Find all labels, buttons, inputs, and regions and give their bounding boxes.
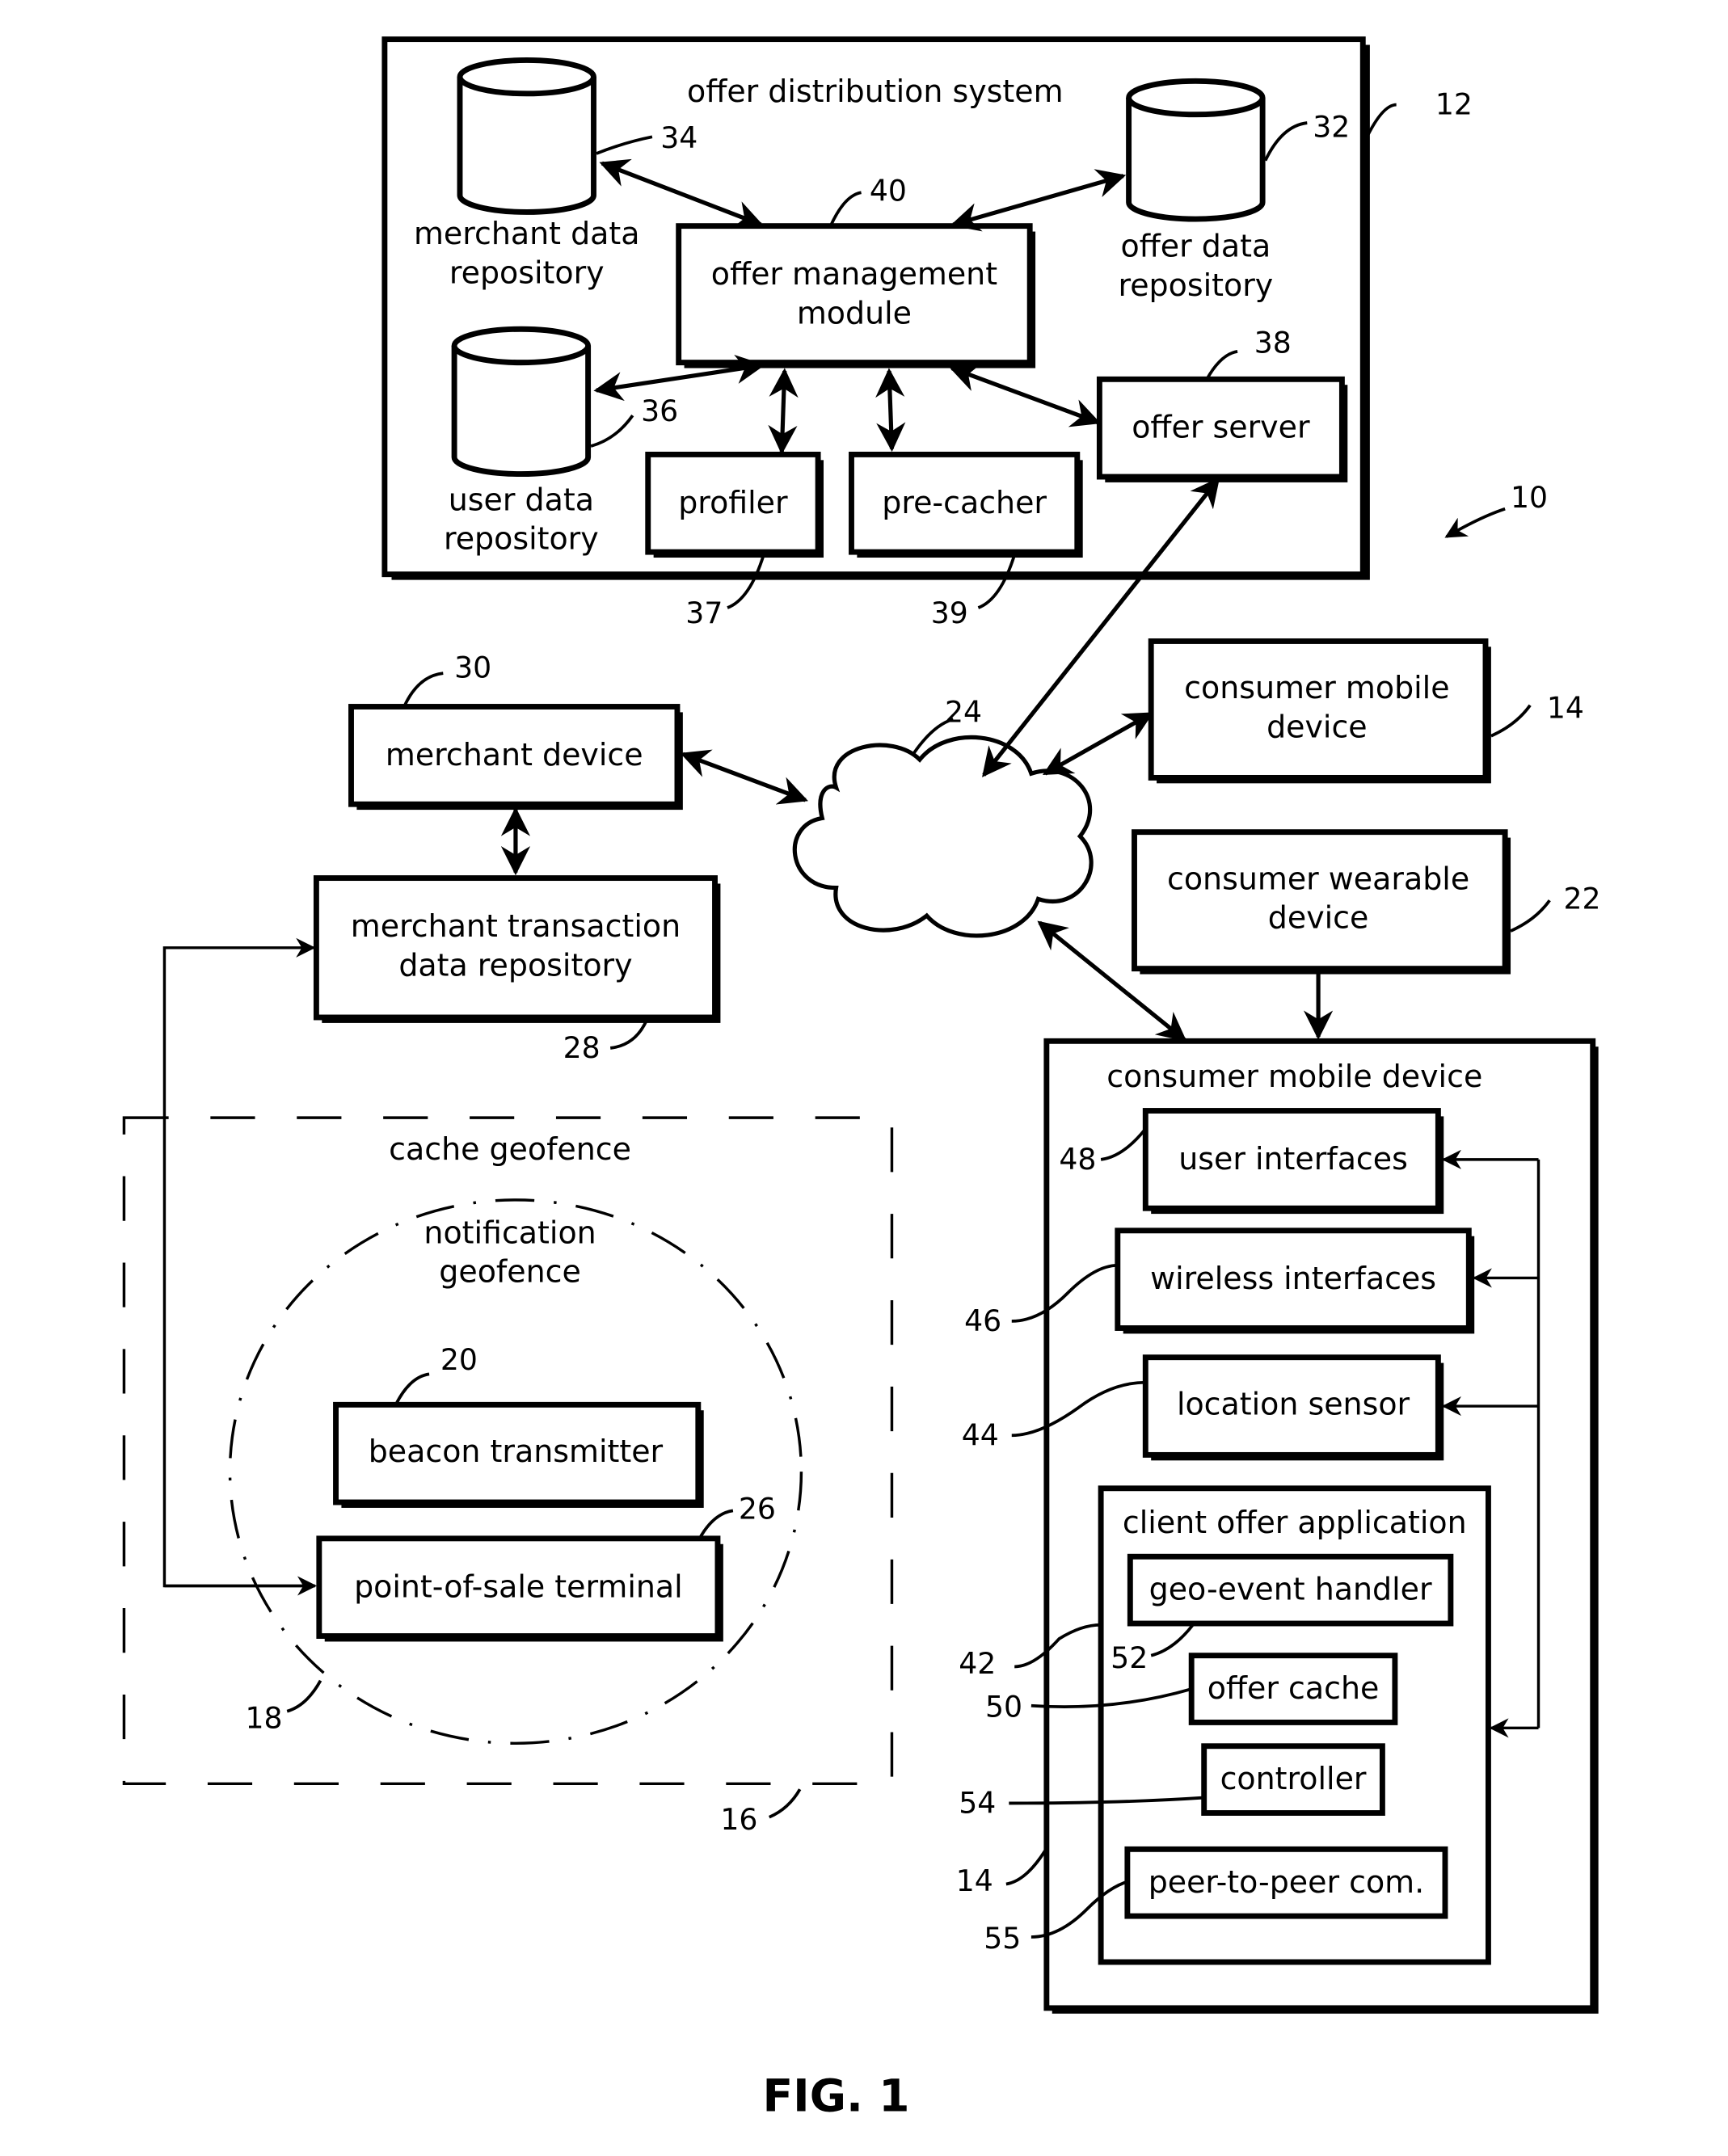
ref-20: 20 (440, 1342, 478, 1377)
notification-geofence-label: notification (424, 1215, 596, 1250)
controller-label: controller (1220, 1761, 1367, 1796)
point-of-sale-terminal: point-of-sale terminal 26 (316, 1492, 776, 1642)
ref-10: 10 (1511, 480, 1548, 515)
offer-cache-label: offer cache (1207, 1670, 1380, 1706)
ref-34: 34 (660, 120, 698, 155)
user-interfaces-label: user interfaces (1178, 1141, 1408, 1177)
ref-39: 39 (931, 596, 968, 630)
system-reference: 10 (1444, 480, 1548, 538)
profiler-label: profiler (678, 485, 788, 520)
user-data-repository-label-2: repository (444, 521, 599, 557)
location-sensor: location sensor 44 (962, 1354, 1444, 1461)
cloud-icon (792, 735, 1094, 938)
ref-48: 48 (1059, 1142, 1096, 1177)
leader-line (402, 672, 444, 708)
pre-cacher-label: pre-cacher (882, 485, 1047, 520)
leader-line (394, 1372, 430, 1406)
geo-event-handler-label: geo-event handler (1149, 1572, 1432, 1607)
cache-geofence-label: cache geofence (389, 1131, 631, 1167)
ref-12: 12 (1435, 87, 1473, 122)
wireless-interfaces: wireless interfaces 46 (964, 1227, 1475, 1338)
ref-24: 24 (945, 694, 982, 729)
ref-44: 44 (962, 1417, 999, 1452)
ref-46: 46 (964, 1303, 1001, 1338)
consumer-wearable-device: consumer wearable device 22 (1132, 829, 1601, 975)
ref-26: 26 (739, 1492, 776, 1526)
ref-28: 28 (563, 1030, 601, 1065)
merchant-transaction-label: merchant transaction (351, 908, 681, 944)
leader-arrow (1444, 507, 1506, 538)
patent-figure: offer distribution system 12 merchant da… (122, 36, 1601, 2122)
user-data-repository-label: user data (449, 482, 594, 517)
offer-distribution-system-title: offer distribution system (687, 74, 1064, 109)
offer-management-module-label-2: module (797, 295, 912, 331)
consumer-mobile-device: consumer mobile device 14 user interface… (956, 1038, 1599, 2014)
database-icon (457, 77, 596, 215)
client-offer-application: client offer application 42 geo-event ha… (959, 1485, 1491, 1965)
consumer-mobile-device-top-label: consumer mobile (1184, 670, 1449, 705)
beacon-transmitter: beacon transmitter 20 (333, 1342, 704, 1508)
ref-16: 16 (720, 1802, 757, 1837)
offer-management-module-label: offer management (711, 256, 997, 292)
consumer-wearable-device-label: consumer wearable (1167, 861, 1469, 896)
point-of-sale-terminal-label: point-of-sale terminal (354, 1569, 683, 1604)
consumer-wearable-device-label-2: device (1268, 900, 1369, 936)
bidirectional-arrow (875, 368, 906, 453)
leader-line (1363, 103, 1397, 141)
leader-line (1510, 899, 1551, 933)
merchant-data-repository-label: merchant data (414, 216, 640, 251)
ref-54: 54 (959, 1786, 996, 1821)
ref-50: 50 (985, 1690, 1022, 1724)
consumer-mobile-device-top: consumer mobile device 14 (1148, 638, 1584, 784)
leader-line (609, 1019, 648, 1050)
ref-40: 40 (870, 174, 907, 208)
ref-52: 52 (1111, 1640, 1148, 1675)
merchant-data-repository-label-2: repository (449, 255, 605, 290)
leader-line (768, 1788, 802, 1819)
offer-server-label: offer server (1132, 410, 1310, 445)
wireless-interfaces-label: wireless interfaces (1150, 1261, 1436, 1296)
ref-14: 14 (956, 1863, 993, 1898)
consumer-mobile-device-top-label-2: device (1266, 709, 1368, 744)
merchant-device: merchant device 30 (348, 650, 683, 811)
consumer-mobile-device-title: consumer mobile device (1106, 1059, 1482, 1094)
merchant-device-label: merchant device (386, 737, 643, 773)
ref-30: 30 (454, 650, 491, 684)
leader-line (1490, 704, 1532, 738)
beacon-transmitter-label: beacon transmitter (369, 1434, 664, 1469)
ref-37: 37 (685, 596, 723, 630)
ref-18: 18 (245, 1700, 282, 1735)
ref-22: 22 (1564, 882, 1601, 916)
offer-data-repository-label-2: repository (1118, 267, 1273, 303)
connector-arrow (162, 937, 316, 1588)
offer-distribution-system: offer distribution system 12 merchant da… (381, 36, 1473, 630)
leader-line (1005, 1850, 1047, 1886)
ref-42: 42 (959, 1646, 996, 1681)
bidirectional-arrow (1042, 711, 1154, 776)
leader-line (286, 1679, 322, 1713)
client-offer-application-title: client offer application (1123, 1505, 1467, 1540)
peer-to-peer-label: peer-to-peer com. (1148, 1864, 1424, 1900)
merchant-transaction-label-2: data repository (398, 947, 632, 983)
leader-line (698, 1509, 734, 1539)
ref-38: 38 (1254, 326, 1292, 360)
network-cloud: 24 (792, 694, 1094, 938)
ref-36: 36 (641, 394, 678, 428)
ref-32: 32 (1313, 109, 1350, 144)
merchant-transaction-data-repository: merchant transaction data repository 28 (313, 875, 721, 1065)
figure-caption: FIG. 1 (763, 2070, 910, 2122)
ref-55: 55 (984, 1921, 1021, 1956)
offer-data-repository-label: offer data (1120, 229, 1271, 264)
bidirectional-arrow (768, 368, 799, 455)
location-sensor-label: location sensor (1177, 1386, 1410, 1421)
profiler: profiler 37 (645, 451, 824, 630)
bidirectional-arrow (680, 749, 808, 805)
pre-cacher: pre-cacher 39 (849, 451, 1083, 630)
ref-14-top: 14 (1547, 690, 1584, 725)
notification-geofence-label-2: geofence (439, 1254, 581, 1290)
